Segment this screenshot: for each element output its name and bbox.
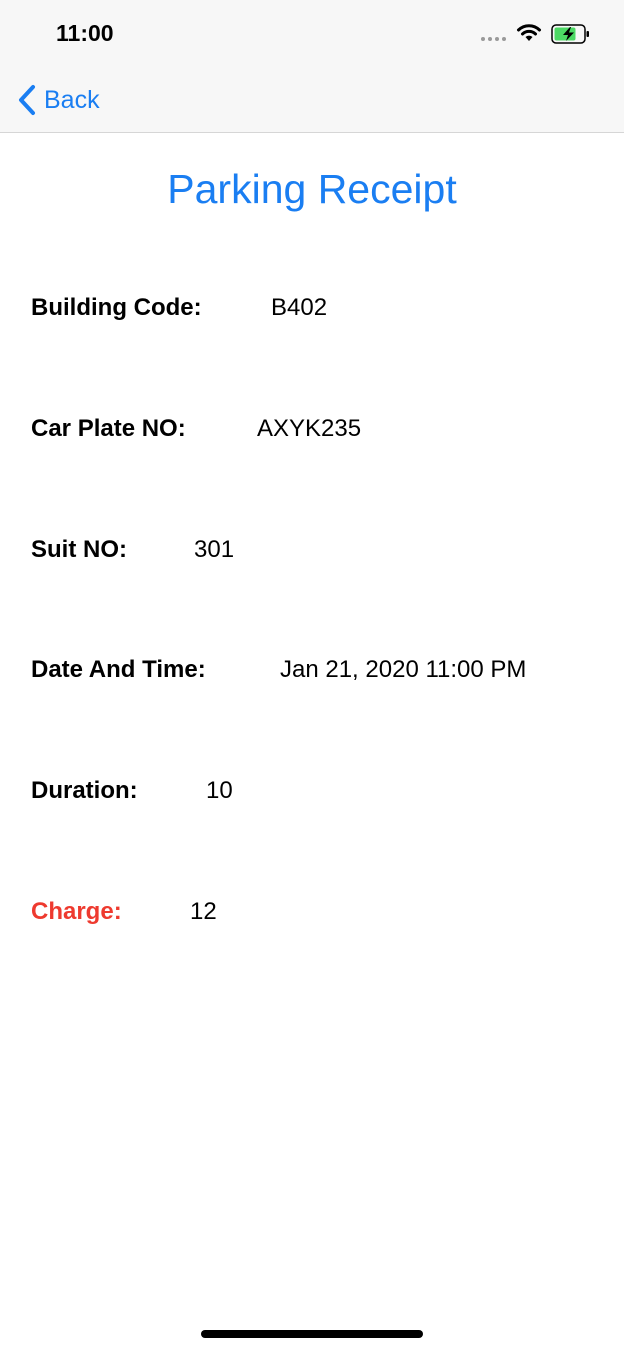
battery-charging-icon <box>551 24 589 44</box>
signal-dots-icon <box>481 37 506 41</box>
home-indicator[interactable] <box>201 1330 423 1338</box>
wifi-icon <box>517 24 541 41</box>
page-title: Parking Receipt <box>167 166 457 212</box>
building-code-value: B402 <box>271 294 328 321</box>
car-plate-value: AXYK235 <box>257 415 362 442</box>
suit-no-label: Suit NO: <box>31 536 127 563</box>
status-bar: 11:00 Back <box>0 0 624 133</box>
date-time-label: Date And Time: <box>31 656 206 683</box>
charge-value: 12 <box>190 898 217 925</box>
back-button[interactable]: Back <box>18 82 100 118</box>
status-time: 11:00 <box>56 20 114 46</box>
chevron-left-icon <box>19 85 35 115</box>
charge-label: Charge: <box>31 898 122 925</box>
duration-value: 10 <box>206 777 233 804</box>
parking-receipt-screen: 11:00 Back Parking Receipt Building Code… <box>0 0 624 1350</box>
back-button-label: Back <box>44 85 100 114</box>
building-code-label: Building Code: <box>31 294 202 321</box>
suit-no-value: 301 <box>194 536 235 563</box>
date-time-value: Jan 21, 2020 11:00 PM <box>280 656 527 683</box>
duration-label: Duration: <box>31 777 138 804</box>
car-plate-label: Car Plate NO: <box>31 415 186 442</box>
